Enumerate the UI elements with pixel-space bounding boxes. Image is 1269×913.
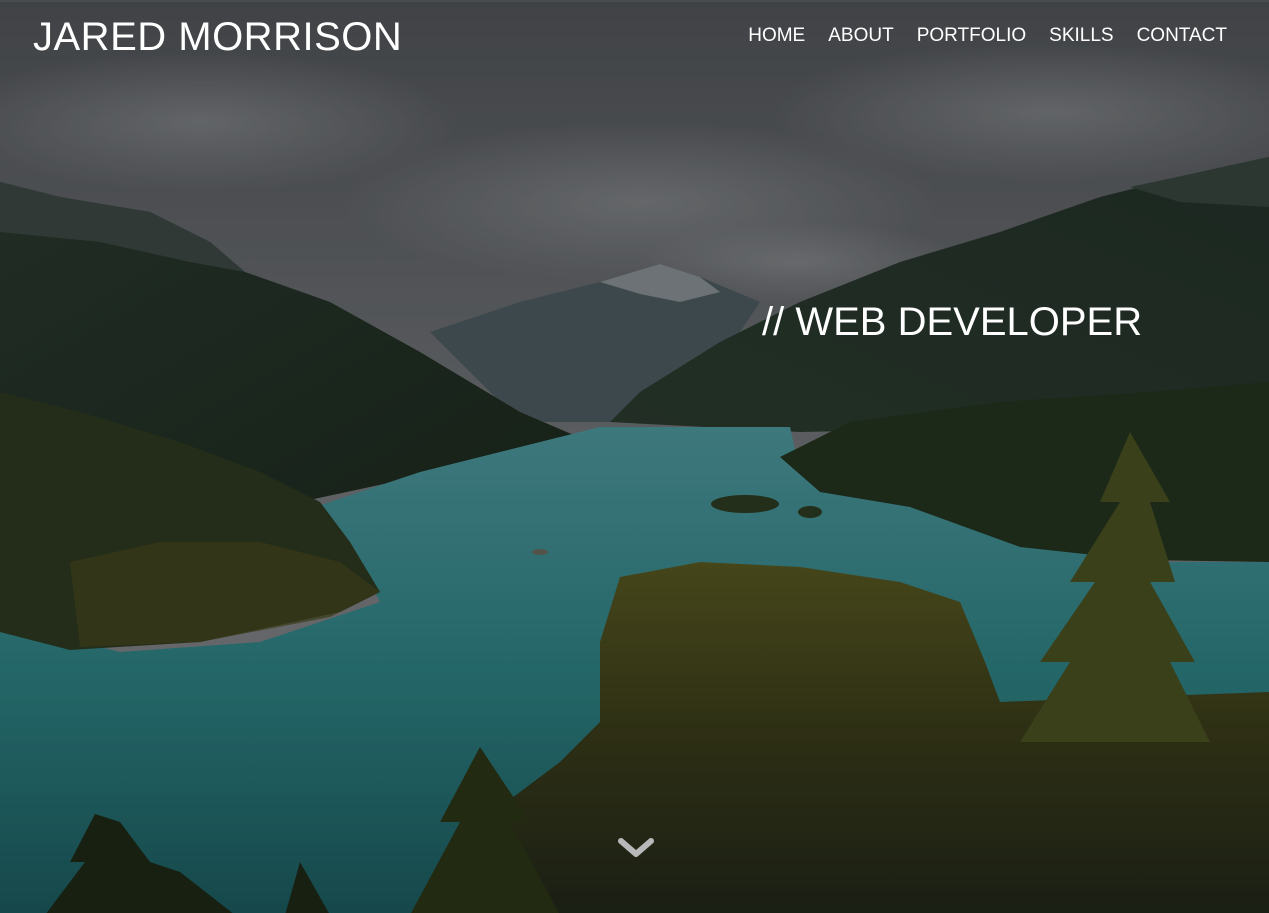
- nav-link-home[interactable]: HOME: [748, 24, 805, 48]
- nav-link-about[interactable]: ABOUT: [828, 24, 893, 48]
- nav-item-about: ABOUT: [828, 24, 893, 48]
- nav-item-skills: SKILLS: [1049, 24, 1113, 48]
- nav-item-home: HOME: [748, 24, 805, 48]
- site-brand-name[interactable]: JARED MORRISON: [33, 14, 402, 60]
- nav-link-skills[interactable]: SKILLS: [1049, 24, 1113, 48]
- nav-link-portfolio[interactable]: PORTFOLIO: [917, 24, 1026, 48]
- hero-section: JARED MORRISON HOME ABOUT PORTFOLIO SKIL…: [0, 0, 1269, 913]
- nav-item-portfolio: PORTFOLIO: [917, 24, 1026, 48]
- nav-link-contact[interactable]: CONTACT: [1137, 24, 1227, 48]
- hero-background-image: [0, 2, 1269, 913]
- hero-tagline: // WEB DEVELOPER: [762, 300, 1143, 344]
- nav-item-contact: CONTACT: [1137, 24, 1227, 48]
- chevron-down-icon[interactable]: [617, 836, 655, 860]
- main-nav: HOME ABOUT PORTFOLIO SKILLS CONTACT: [748, 24, 1227, 48]
